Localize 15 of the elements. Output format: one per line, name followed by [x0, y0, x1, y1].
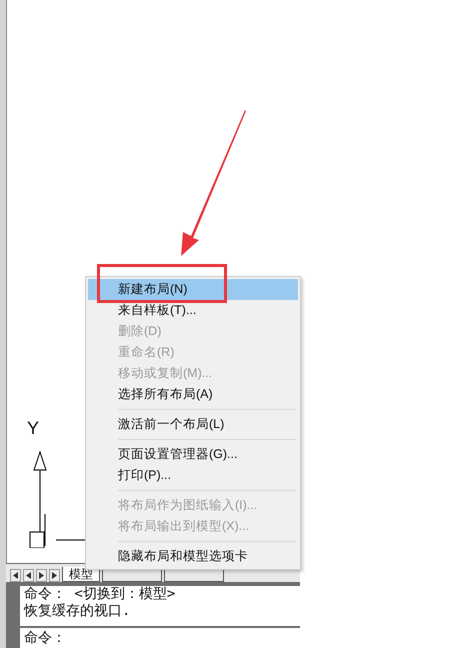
- menu-item[interactable]: 激活前一个布局(L): [88, 414, 298, 435]
- command-history-line: 恢复缓存的视口.: [24, 603, 132, 620]
- tab-nav-button[interactable]: [10, 569, 21, 582]
- tab-nav-button[interactable]: [49, 569, 60, 582]
- menu-item[interactable]: 页面设置管理器(G)...: [88, 444, 298, 465]
- command-history-line: 命令： <切换到：模型>: [24, 586, 176, 603]
- command-input[interactable]: 命令：: [20, 628, 300, 648]
- tab-nav-button[interactable]: [36, 569, 47, 582]
- menu-item[interactable]: 新建布局(N): [88, 279, 298, 300]
- tab-nav-button[interactable]: [23, 569, 34, 582]
- menu-item[interactable]: 来自样板(T)...: [88, 300, 298, 321]
- menu-item[interactable]: 选择所有布局(A): [88, 384, 298, 405]
- menu-item[interactable]: 隐藏布局和模型选项卡: [88, 546, 298, 567]
- menu-item[interactable]: 打印(P)...: [88, 465, 298, 486]
- axis-label: Y: [27, 418, 40, 439]
